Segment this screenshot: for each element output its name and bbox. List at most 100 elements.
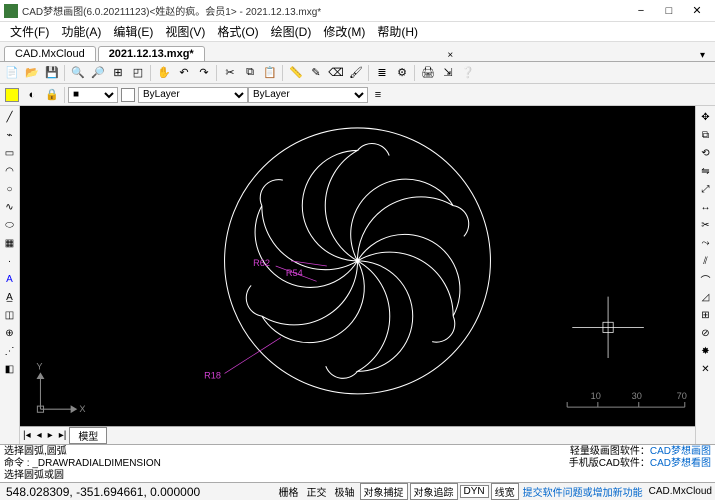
axis-x-label: X	[79, 404, 85, 414]
hatch-tool-icon[interactable]: ▦	[2, 235, 18, 251]
stretch-tool-icon[interactable]: ↔	[698, 199, 714, 215]
feedback-link[interactable]: 提交软件问题或增加新功能	[523, 488, 643, 499]
color-select[interactable]: ■	[68, 87, 118, 103]
otrack-toggle[interactable]: 对象追踪	[410, 483, 458, 500]
standard-toolbar: 📄 📂 💾 🔍 🔎 ⊞ ◰ ✋ ↶ ↷ ✂ ⧉ 📋 📏 ✎ ⌫ 🖌 ≣ ⚙ 🖨 …	[0, 62, 715, 84]
menu-view[interactable]: 视图(V)	[159, 23, 211, 40]
model-tab[interactable]: 模型	[69, 427, 107, 444]
color-swatch-icon[interactable]	[119, 86, 137, 104]
rotate-tool-icon[interactable]: ⟲	[698, 145, 714, 161]
dim-r54[interactable]: R54	[286, 268, 303, 278]
export-icon[interactable]: ⇲	[439, 64, 457, 82]
menu-format[interactable]: 格式(O)	[211, 23, 264, 40]
drawing-canvas[interactable]: R18 R62 R54 X Y	[20, 106, 695, 426]
offset-tool-icon[interactable]: ⫽	[698, 253, 714, 269]
print-icon[interactable]: 🖨	[419, 64, 437, 82]
osnap-toggle[interactable]: 对象捕捉	[360, 483, 408, 500]
region-tool-icon[interactable]: ◧	[2, 361, 18, 377]
ortho-toggle[interactable]: 正交	[304, 484, 330, 499]
window-maximize-button[interactable]: □	[655, 1, 683, 21]
extend-tool-icon[interactable]: ⤳	[698, 235, 714, 251]
ellipse-tool-icon[interactable]: ⬭	[2, 217, 18, 233]
trim-tool-icon[interactable]: ✂	[698, 217, 714, 233]
pencil-icon[interactable]: ✎	[307, 64, 325, 82]
window-close-button[interactable]: ✕	[683, 1, 711, 21]
spline-tool-icon[interactable]: ∿	[2, 199, 18, 215]
doc-tab-current[interactable]: 2021.12.13.mxg*	[98, 46, 205, 61]
layer-lock-icon[interactable]: 🔒	[43, 86, 61, 104]
insert-tool-icon[interactable]: ⊕	[2, 325, 18, 341]
layer-state-icon[interactable]: ◐	[23, 86, 41, 104]
menu-file[interactable]: 文件(F)	[4, 23, 55, 40]
explode-tool-icon[interactable]: ✸	[698, 343, 714, 359]
dyn-toggle[interactable]: DYN	[460, 485, 489, 498]
arc-tool-icon[interactable]: ◠	[2, 163, 18, 179]
layout-first-button[interactable]: |◂	[20, 430, 34, 441]
promo-2-label: 手机版CAD软件：	[569, 458, 650, 469]
menu-edit[interactable]: 编辑(E)	[107, 23, 159, 40]
menu-draw[interactable]: 绘图(D)	[265, 23, 318, 40]
paste-icon[interactable]: 📋	[261, 64, 279, 82]
dim-r18[interactable]: R18	[204, 371, 221, 381]
line-tool-icon[interactable]: ╱	[2, 109, 18, 125]
array-tool-icon[interactable]: ⊞	[698, 307, 714, 323]
properties-icon[interactable]: ⚙	[393, 64, 411, 82]
layers-icon[interactable]: ≣	[373, 64, 391, 82]
fillet-tool-icon[interactable]: ⌒	[698, 271, 714, 287]
promo-1-link[interactable]: CAD梦想画图	[650, 446, 711, 457]
mirror-tool-icon[interactable]: ⇋	[698, 163, 714, 179]
point-tool-icon[interactable]: ·	[2, 253, 18, 269]
menu-modify[interactable]: 修改(M)	[317, 23, 371, 40]
dim-r62[interactable]: R62	[253, 258, 270, 268]
command-line[interactable]: 选择圆弧,圆弧 命令 : _DRAWRADIALDIMENSION 选择圆弧或圆…	[0, 444, 715, 482]
zoom-window-icon[interactable]: ◰	[129, 64, 147, 82]
chamfer-tool-icon[interactable]: ◿	[698, 289, 714, 305]
erase-tool-icon[interactable]: ✕	[698, 361, 714, 377]
paint-icon[interactable]: 🖌	[347, 64, 365, 82]
block-tool-icon[interactable]: ◫	[2, 307, 18, 323]
text-tool-icon[interactable]: A	[2, 271, 18, 287]
measure-icon[interactable]: 📏	[287, 64, 305, 82]
copy-icon[interactable]: ⧉	[241, 64, 259, 82]
doc-tab-cloud[interactable]: CAD.MxCloud	[4, 46, 96, 61]
zoom-extents-icon[interactable]: ⊞	[109, 64, 127, 82]
layer-select[interactable]: ByLayer	[138, 87, 248, 103]
circle-tool-icon[interactable]: ○	[2, 181, 18, 197]
open-file-icon[interactable]: 📂	[23, 64, 41, 82]
grid-toggle[interactable]: 栅格	[276, 484, 302, 499]
pan-icon[interactable]: ✋	[155, 64, 173, 82]
break-tool-icon[interactable]: ⊘	[698, 325, 714, 341]
promo-2-link[interactable]: CAD梦想看图	[650, 458, 711, 469]
zoom-in-icon[interactable]: 🔍	[69, 64, 87, 82]
eraser-icon[interactable]: ⌫	[327, 64, 345, 82]
brand-label: CAD.MxCloud	[646, 486, 715, 497]
cut-icon[interactable]: ✂	[221, 64, 239, 82]
linetype-select[interactable]: ByLayer	[248, 87, 368, 103]
polyline-tool-icon[interactable]: ⌁	[2, 127, 18, 143]
layout-next-button[interactable]: ▸	[45, 430, 56, 441]
polar-toggle[interactable]: 极轴	[332, 484, 358, 499]
window-minimize-button[interactable]: −	[627, 1, 655, 21]
menu-function[interactable]: 功能(A)	[55, 23, 107, 40]
scale-tool-icon[interactable]: ⤢	[698, 181, 714, 197]
layout-prev-button[interactable]: ◂	[34, 430, 45, 441]
zoom-out-icon[interactable]: 🔎	[89, 64, 107, 82]
undo-icon[interactable]: ↶	[175, 64, 193, 82]
mtext-tool-icon[interactable]: A̲	[2, 289, 18, 305]
new-file-icon[interactable]: 📄	[3, 64, 21, 82]
layer-color-1-icon[interactable]	[3, 86, 21, 104]
menu-help[interactable]: 帮助(H)	[371, 23, 424, 40]
layout-tab-bar: |◂ ◂ ▸ ▸| 模型	[20, 426, 695, 444]
copy-tool-icon[interactable]: ⧉	[698, 127, 714, 143]
tab-menu-button[interactable]: ▾	[694, 50, 711, 61]
lineweight-toggle[interactable]: 线宽	[491, 483, 519, 500]
tab-close-button[interactable]: ×	[441, 50, 459, 61]
lineweight-icon[interactable]: ≡	[369, 86, 387, 104]
move-tool-icon[interactable]: ✥	[698, 109, 714, 125]
redo-icon[interactable]: ↷	[195, 64, 213, 82]
construction-tool-icon[interactable]: ⋰	[2, 343, 18, 359]
help-icon[interactable]: ❔	[459, 64, 477, 82]
rect-tool-icon[interactable]: ▭	[2, 145, 18, 161]
layout-last-button[interactable]: ▸|	[56, 430, 70, 441]
save-file-icon[interactable]: 💾	[43, 64, 61, 82]
